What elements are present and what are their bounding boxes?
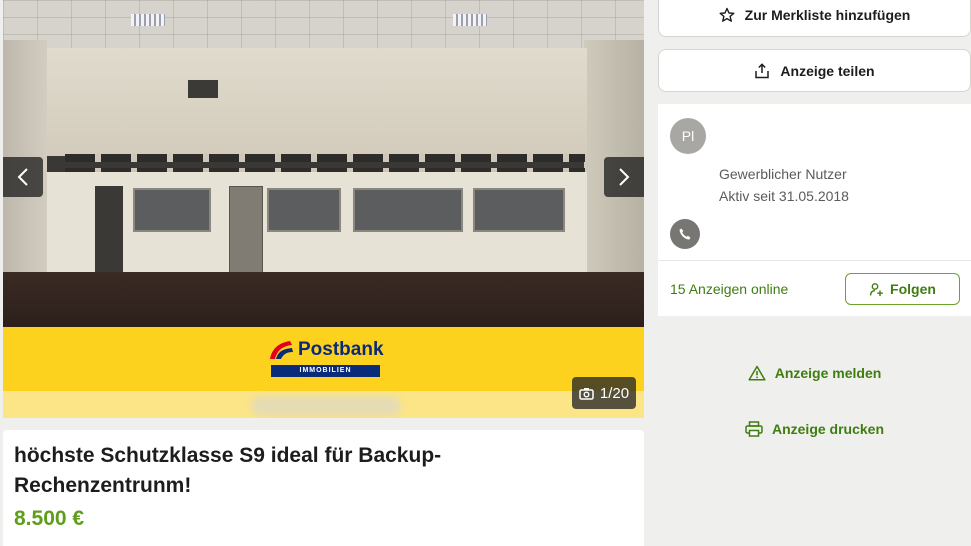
logo-word: Postbank [298,339,384,360]
listing-title: höchste Schutzklasse S9 ideal für Backup… [14,444,442,497]
gallery-next-button[interactable] [604,157,644,197]
gallery-prev-button[interactable] [3,157,43,197]
user-plus-icon [869,282,883,296]
photo-window [133,188,211,232]
chevron-left-icon [17,168,28,186]
photo-floor [3,272,644,327]
photo-ceiling-light [131,14,165,26]
seller-user-type: Gewerblicher Nutzer [719,166,847,182]
profile-divider [658,260,971,261]
photo-window [473,188,565,232]
follow-seller-button[interactable]: Folgen [845,273,960,305]
share-listing-button[interactable]: Anzeige teilen [658,49,971,92]
photo-door [229,186,263,274]
call-seller-button[interactable] [670,219,700,249]
seller-profile-card: Pl Gewerblicher Nutzer Aktiv seit 31.05.… [658,104,971,316]
print-label: Anzeige drucken [771,421,885,437]
printer-icon [745,421,763,437]
report-listing-link[interactable]: Anzeige melden [658,361,971,385]
add-to-watchlist-button[interactable]: Zur Merkliste hinzufügen [658,0,971,37]
phone-icon [679,228,691,240]
listing-title-card: höchste Schutzklasse S9 ideal für Backup… [3,430,644,546]
photo-vent-row [65,154,585,162]
seller-ads-online-link[interactable]: 15 Anzeigen online [670,281,788,297]
blurred-overlay [251,396,401,416]
follow-label: Folgen [890,281,936,297]
watchlist-label: Zur Merkliste hinzufügen [744,6,911,23]
listing-price: 8.500 € [14,507,85,530]
postbank-logo: Postbank IMMOBILIEN [268,338,384,380]
warning-icon [748,365,766,381]
photo-window [267,188,341,232]
avatar[interactable]: Pl [670,118,706,154]
seller-active-since: Aktiv seit 31.05.2018 [719,188,849,204]
camera-icon [579,387,594,400]
print-listing-link[interactable]: Anzeige drucken [658,417,971,441]
photo-back-wall [47,48,587,156]
photo-ceiling [3,0,644,52]
share-icon [755,62,770,78]
image-gallery[interactable]: Postbank IMMOBILIEN 1/20 [3,0,644,418]
photo-doorway [95,186,123,274]
postbank-logo-mark-icon [270,341,293,359]
listing-photo[interactable] [3,0,644,327]
share-label: Anzeige teilen [780,62,875,79]
logo-subtitle: IMMOBILIEN [271,365,380,377]
image-counter: 1/20 [572,377,636,409]
report-label: Anzeige melden [774,365,882,381]
chevron-right-icon [619,168,630,186]
image-counter-text: 1/20 [599,384,630,402]
star-icon [719,7,735,22]
photo-ceiling-light [453,14,487,26]
photo-wall-screen [188,80,218,98]
photo-window [353,188,463,232]
